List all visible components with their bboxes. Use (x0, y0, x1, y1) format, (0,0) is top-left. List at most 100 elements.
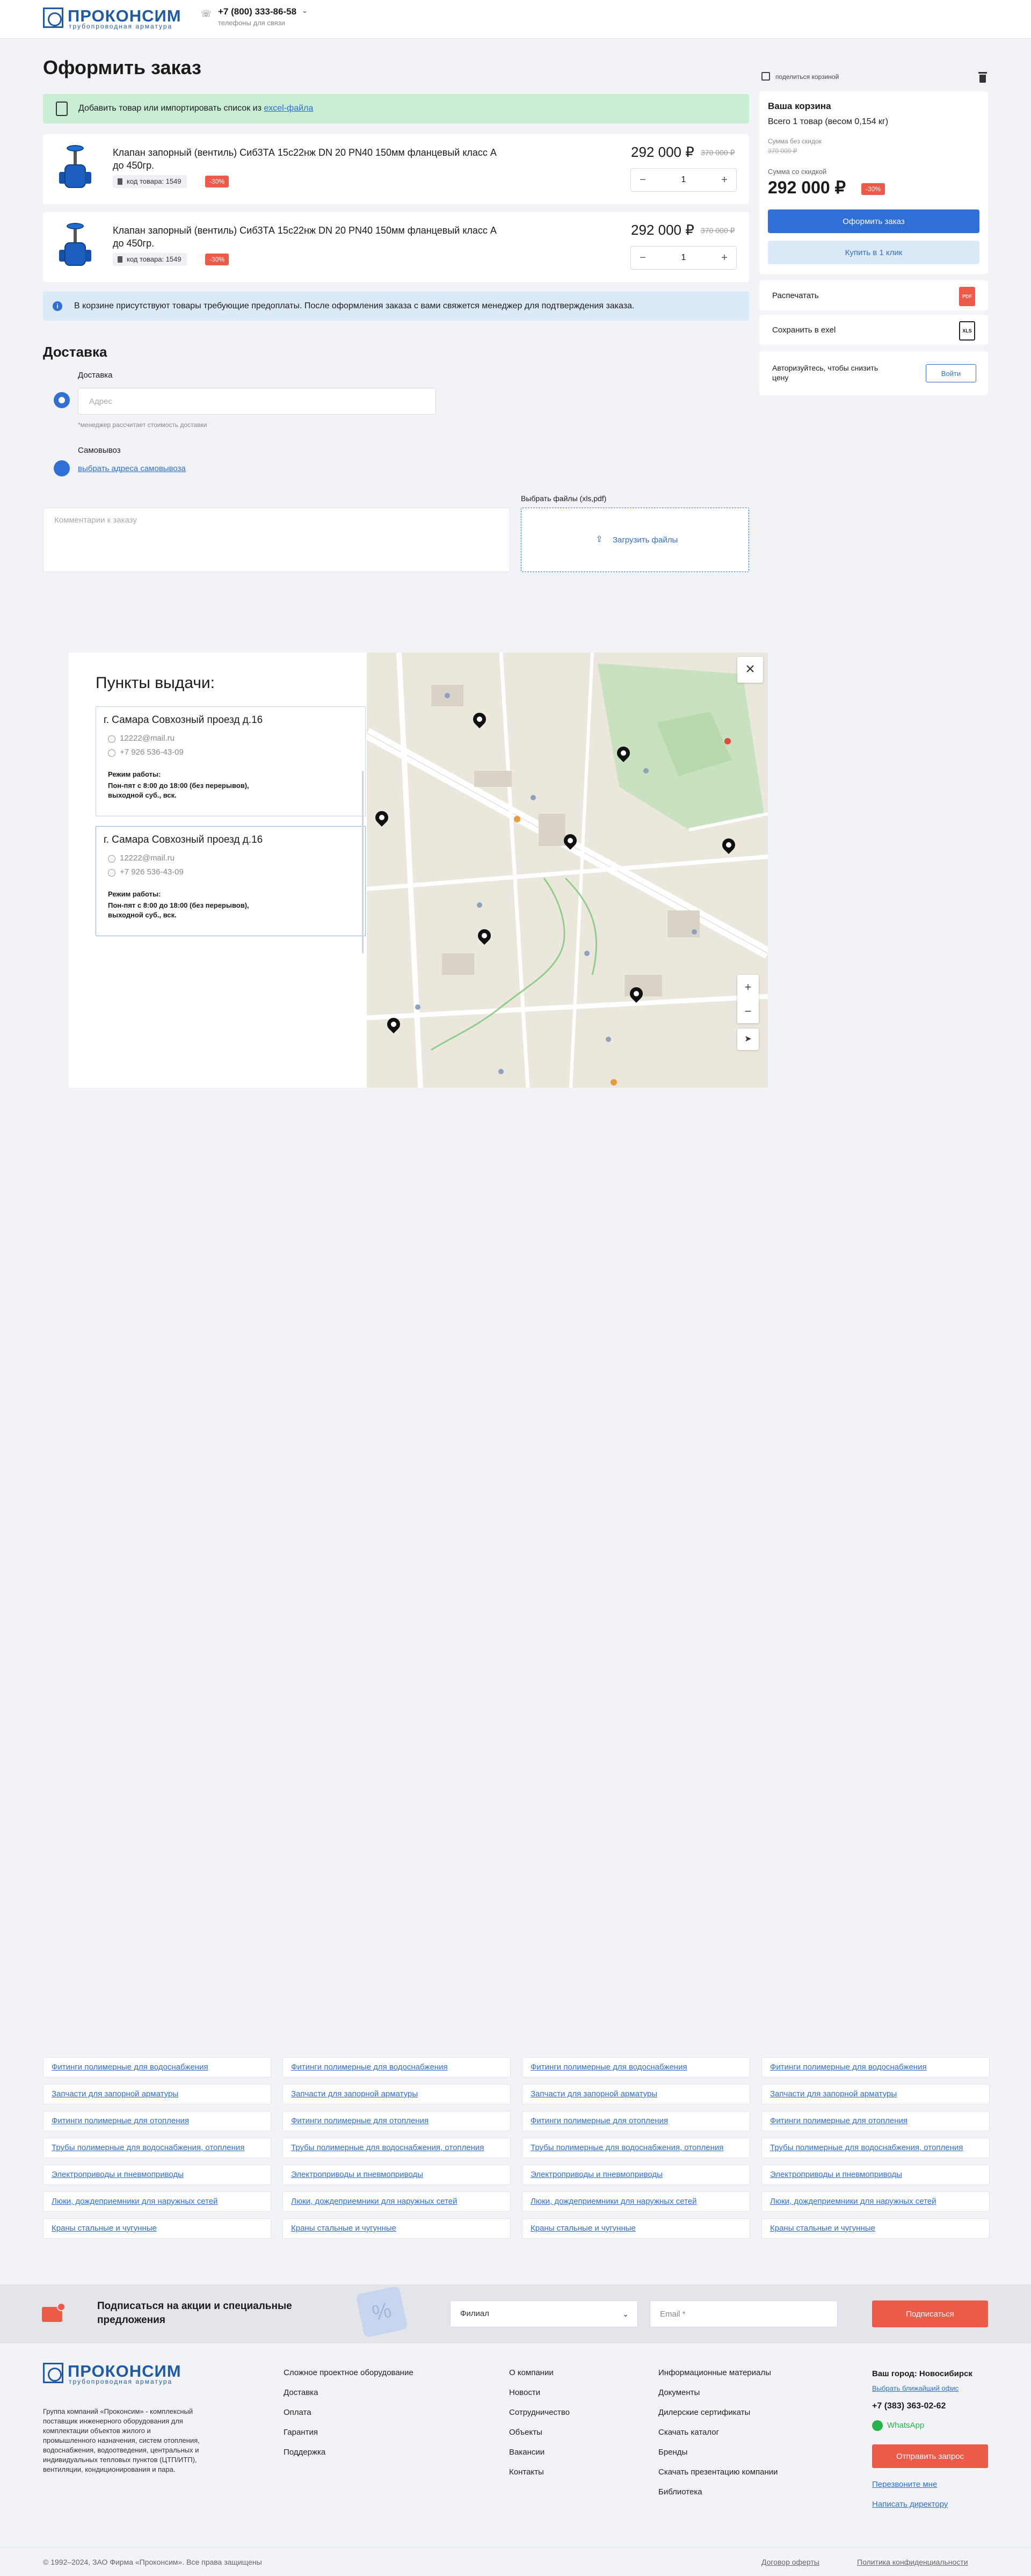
category-link[interactable]: Люки, дождеприемники для наружных сетей (282, 2191, 511, 2212)
excel-import-link[interactable]: excel-файла (264, 104, 313, 113)
address-input[interactable] (78, 388, 436, 415)
pickup-radio[interactable] (54, 460, 70, 476)
category-link[interactable]: Запчасти для запорной арматуры (282, 2084, 511, 2104)
print-button[interactable]: Распечатать PDF (759, 280, 988, 310)
document-icon (56, 102, 68, 116)
cart-item: Клапан запорный (вентиль) Сиб3ТА 15с22нж… (43, 212, 749, 282)
decrease-qty-button[interactable]: − (631, 247, 655, 269)
category-link[interactable]: Трубы полимерные для водоснабжения, отоп… (282, 2138, 511, 2158)
category-link[interactable]: Люки, дождеприемники для наружных сетей (522, 2191, 750, 2212)
category-link[interactable]: Фитинги полимерные для водоснабжения (761, 2057, 990, 2078)
footer-link[interactable]: Бренды (658, 2448, 687, 2457)
footer-link[interactable]: Поддержка (284, 2448, 325, 2457)
category-link[interactable]: Люки, дождеприемники для наружных сетей (761, 2191, 990, 2212)
pickup-map[interactable]: × + − ➤ (367, 653, 768, 1088)
privacy-link[interactable]: Политика конфиденциальности (857, 2558, 968, 2566)
category-link[interactable]: Запчасти для запорной арматуры (522, 2084, 750, 2104)
delivery-title: Доставка (43, 344, 107, 360)
upload-files-area[interactable]: ⇪ Загрузить файлы (521, 508, 749, 572)
quantity-value[interactable]: 1 (655, 247, 713, 269)
product-price: 292 000 ₽ (631, 144, 694, 160)
share-icon[interactable] (761, 72, 770, 81)
category-link[interactable]: Трубы полимерные для водоснабжения, отоп… (43, 2138, 271, 2158)
subscribe-button[interactable]: Подписаться (872, 2300, 988, 2327)
category-link[interactable]: Краны стальные и чугунные (761, 2218, 990, 2239)
product-image[interactable] (59, 144, 91, 193)
footer-link[interactable]: Новости (509, 2388, 540, 2397)
category-link[interactable]: Фитинги полимерные для водоснабжения (282, 2057, 511, 2078)
increase-qty-button[interactable]: + (713, 169, 736, 191)
footer-link[interactable]: Сотрудничество (509, 2408, 570, 2417)
category-link[interactable]: Электроприводы и пневмоприводы (282, 2165, 511, 2185)
increase-qty-button[interactable]: + (713, 247, 736, 269)
footer-logo[interactable]: ПРОКОНСИМ трубопроводная арматура (43, 2362, 185, 2385)
footer-link[interactable]: Вакансии (509, 2448, 544, 2457)
footer-link[interactable]: Объекты (509, 2428, 542, 2437)
zoom-out-button[interactable]: − (737, 999, 759, 1023)
category-link[interactable]: Фитинги полимерные для водоснабжения (43, 2057, 271, 2078)
locate-icon[interactable]: ➤ (737, 1029, 759, 1050)
category-link[interactable]: Электроприводы и пневмоприводы (761, 2165, 990, 2185)
category-link[interactable]: Фитинги полимерные для отопления (282, 2111, 511, 2131)
footer-link[interactable]: О компании (509, 2368, 554, 2377)
footer-link[interactable]: Скачать каталог (658, 2428, 719, 2437)
footer-link[interactable]: Библиотека (658, 2487, 702, 2497)
product-name[interactable]: Клапан запорный (вентиль) Сиб3ТА 15с22нж… (113, 146, 499, 172)
send-request-button[interactable]: Отправить запрос (872, 2444, 988, 2468)
footer-link[interactable]: Оплата (284, 2408, 311, 2417)
footer-link[interactable]: Доставка (284, 2388, 318, 2397)
zoom-in-button[interactable]: + (737, 975, 759, 999)
footer-link[interactable]: Скачать презентацию компании (658, 2468, 778, 2477)
save-excel-button[interactable]: Сохранить в exel XLS (759, 315, 988, 345)
decrease-qty-button[interactable]: − (631, 169, 655, 191)
category-link[interactable]: Электроприводы и пневмоприводы (522, 2165, 750, 2185)
category-link[interactable]: Запчасти для запорной арматуры (761, 2084, 990, 2104)
logo[interactable]: ПРОКОНСИМ трубопроводная арматура (43, 6, 185, 30)
quantity-value[interactable]: 1 (655, 169, 713, 191)
category-link[interactable]: Фитинги полимерные для отопления (761, 2111, 990, 2131)
footer-phone[interactable]: +7 (383) 363-02-62 (872, 2401, 946, 2411)
category-link[interactable]: Фитинги полимерные для водоснабжения (522, 2057, 750, 2078)
footer-link[interactable]: Документы (658, 2388, 700, 2397)
footer-link[interactable]: Информационные материалы (658, 2368, 771, 2377)
import-label: Добавить товар или импортировать список … (78, 104, 262, 113)
write-director-link[interactable]: Написать директору (872, 2500, 948, 2509)
category-link[interactable]: Краны стальные и чугунные (282, 2218, 511, 2239)
category-link[interactable]: Фитинги полимерные для отопления (522, 2111, 750, 2131)
pickup-title: Пункты выдачи: (96, 674, 215, 692)
order-comment-field[interactable] (43, 508, 510, 572)
subscribe-email-input[interactable] (650, 2300, 838, 2327)
category-link[interactable]: Люки, дождеприемники для наружных сетей (43, 2191, 271, 2212)
choose-office-link[interactable]: Выбрать ближайший офис (872, 2384, 959, 2392)
offer-link[interactable]: Договор оферты (761, 2558, 819, 2566)
category-link[interactable]: Запчасти для запорной арматуры (43, 2084, 271, 2104)
login-button[interactable]: Войти (926, 364, 976, 382)
category-link[interactable]: Краны стальные и чугунные (522, 2218, 750, 2239)
buy-one-click-button[interactable]: Купить в 1 клик (768, 241, 979, 264)
product-image[interactable] (59, 222, 91, 271)
category-link[interactable]: Трубы полимерные для водоснабжения, отоп… (522, 2138, 750, 2158)
category-link[interactable]: Трубы полимерные для водоснабжения, отоп… (761, 2138, 990, 2158)
footer-link[interactable]: Дилерские сертификаты (658, 2408, 750, 2417)
branch-select[interactable]: Филиал ⌄ (450, 2300, 638, 2327)
pickup-point-card[interactable]: г. Самара Совхозный проезд д.16 12222@ma… (96, 826, 366, 936)
footer-link[interactable]: Контакты (509, 2468, 544, 2477)
category-link[interactable]: Фитинги полимерные для отопления (43, 2111, 271, 2131)
pickup-point-card[interactable]: г. Самара Совхозный проезд д.16 12222@ma… (96, 706, 366, 816)
work-mode-title: Режим работы: (108, 890, 161, 898)
list-scrollbar[interactable] (362, 771, 364, 953)
header-phone[interactable]: +7 (800) 333-86-58 (218, 6, 296, 17)
footer-link[interactable]: Гарантия (284, 2428, 318, 2437)
place-order-button[interactable]: Оформить заказ (768, 209, 979, 233)
delivery-radio[interactable] (54, 392, 70, 408)
callback-link[interactable]: Перезвоните мне (872, 2480, 937, 2489)
category-link[interactable]: Краны стальные и чугунные (43, 2218, 271, 2239)
close-modal-button[interactable]: × (737, 657, 763, 683)
share-cart-link[interactable]: поделиться корзиной (775, 73, 839, 81)
trash-icon[interactable] (978, 72, 987, 83)
pickup-address-link[interactable]: выбрать адреса самовывоза (78, 464, 186, 473)
category-link[interactable]: Электроприводы и пневмоприводы (43, 2165, 271, 2185)
chevron-down-icon[interactable]: ⌄ (302, 6, 308, 15)
footer-link[interactable]: Сложное проектное оборудование (284, 2368, 413, 2377)
product-name[interactable]: Клапан запорный (вентиль) Сиб3ТА 15с22нж… (113, 224, 499, 250)
